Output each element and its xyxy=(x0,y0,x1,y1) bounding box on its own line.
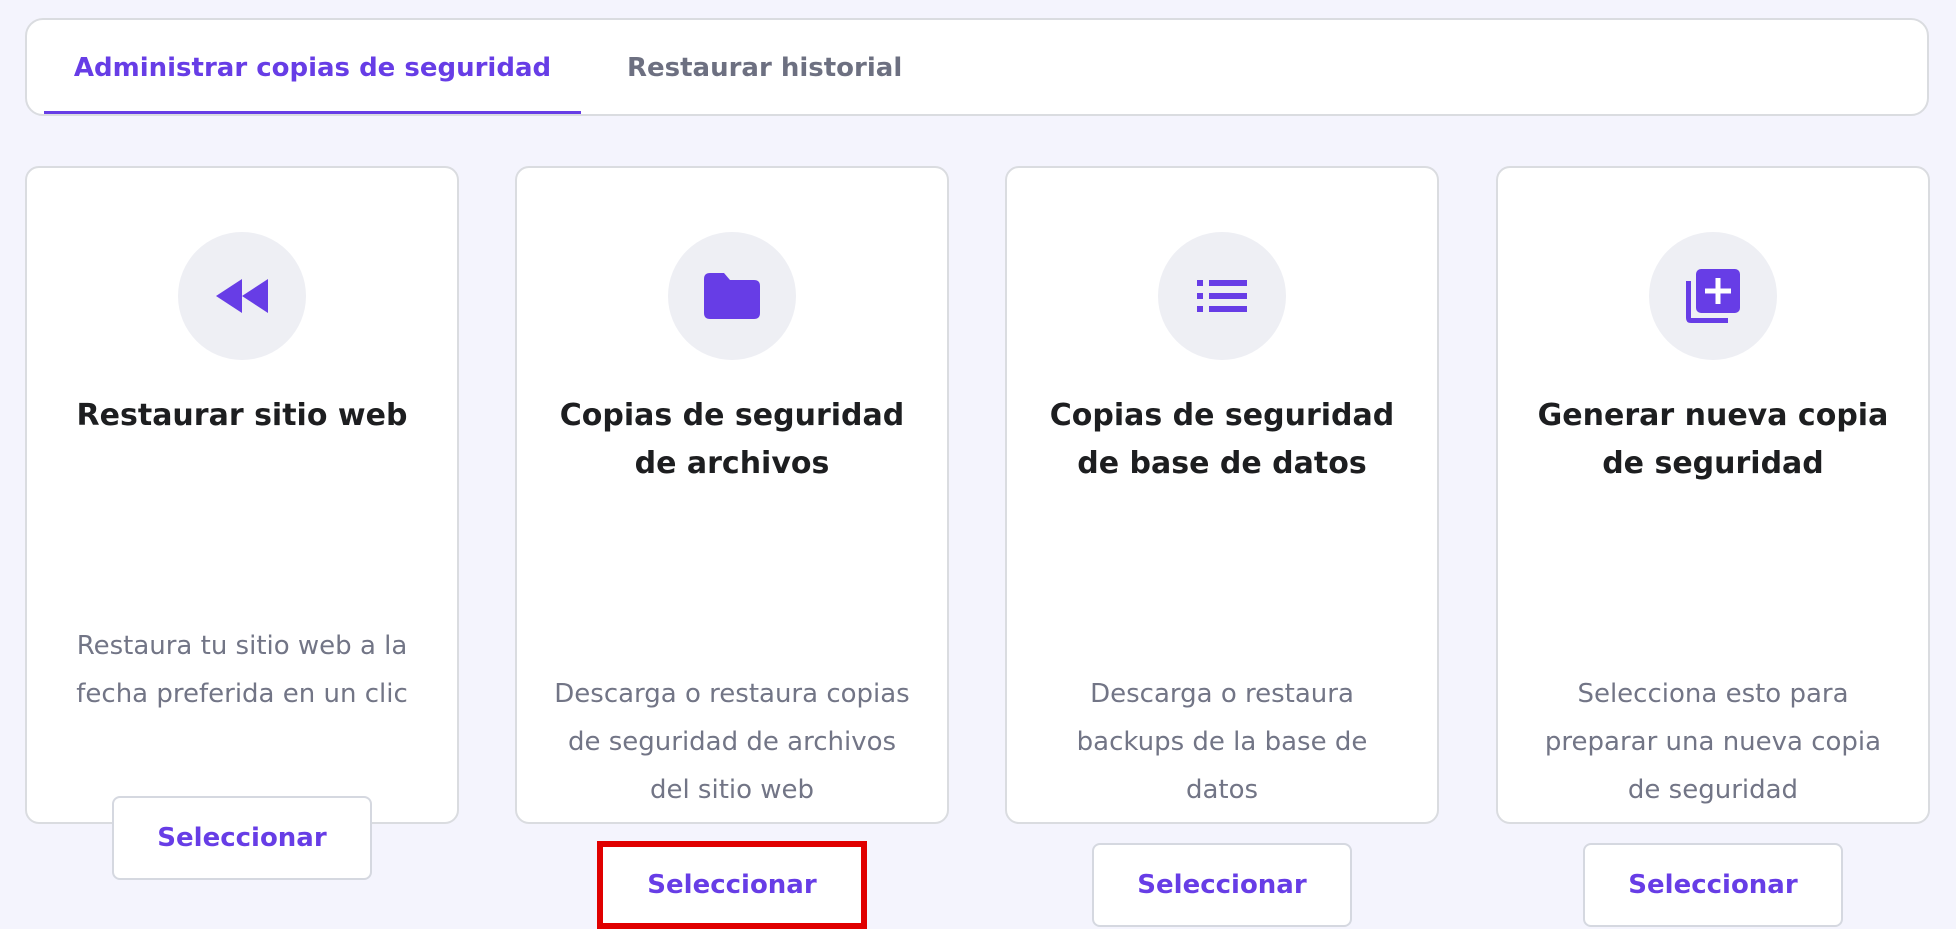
card-generate-backup: Generar nueva copia de seguridad Selecci… xyxy=(1496,166,1930,927)
card-title: Copias de seguridad de archivos xyxy=(559,398,905,481)
select-button-restore-website[interactable]: Seleccionar xyxy=(112,796,372,880)
card-description: Descarga o restaura copias de seguridad … xyxy=(554,679,910,805)
tab-manage-backups[interactable]: Administrar copias de seguridad xyxy=(44,20,581,114)
icon-circle xyxy=(178,232,306,360)
card-title: Generar nueva copia de seguridad xyxy=(1537,398,1889,481)
select-button-file-backups[interactable]: Seleccionar xyxy=(597,841,867,929)
card-description: Restaura tu sitio web a la fecha preferi… xyxy=(76,631,408,709)
card-description: Descarga o restaura backups de la base d… xyxy=(1076,679,1368,805)
tabs-bar: Administrar copias de seguridad Restaura… xyxy=(25,18,1929,116)
card-restore-website: Restaurar sitio web Restaura tu sitio we… xyxy=(25,166,459,880)
card-title: Restaurar sitio web xyxy=(76,398,408,433)
card-description: Selecciona esto para preparar una nueva … xyxy=(1544,679,1882,805)
list-icon xyxy=(1197,280,1247,312)
card-file-backups: Copias de seguridad de archivos Descarga… xyxy=(515,166,949,929)
folder-icon xyxy=(704,273,760,319)
icon-circle xyxy=(1158,232,1286,360)
active-tab-indicator xyxy=(44,111,581,114)
rewind-icon xyxy=(216,279,268,313)
icon-circle xyxy=(1649,232,1777,360)
select-button-generate-backup[interactable]: Seleccionar xyxy=(1583,843,1843,927)
add-copy-icon xyxy=(1686,269,1740,323)
card-title: Copias de seguridad de base de datos xyxy=(1049,398,1395,481)
tab-restore-history[interactable]: Restaurar historial xyxy=(627,20,902,114)
select-button-database-backups[interactable]: Seleccionar xyxy=(1092,843,1352,927)
icon-circle xyxy=(668,232,796,360)
card-database-backups: Copias de seguridad de base de datos Des… xyxy=(1005,166,1439,927)
